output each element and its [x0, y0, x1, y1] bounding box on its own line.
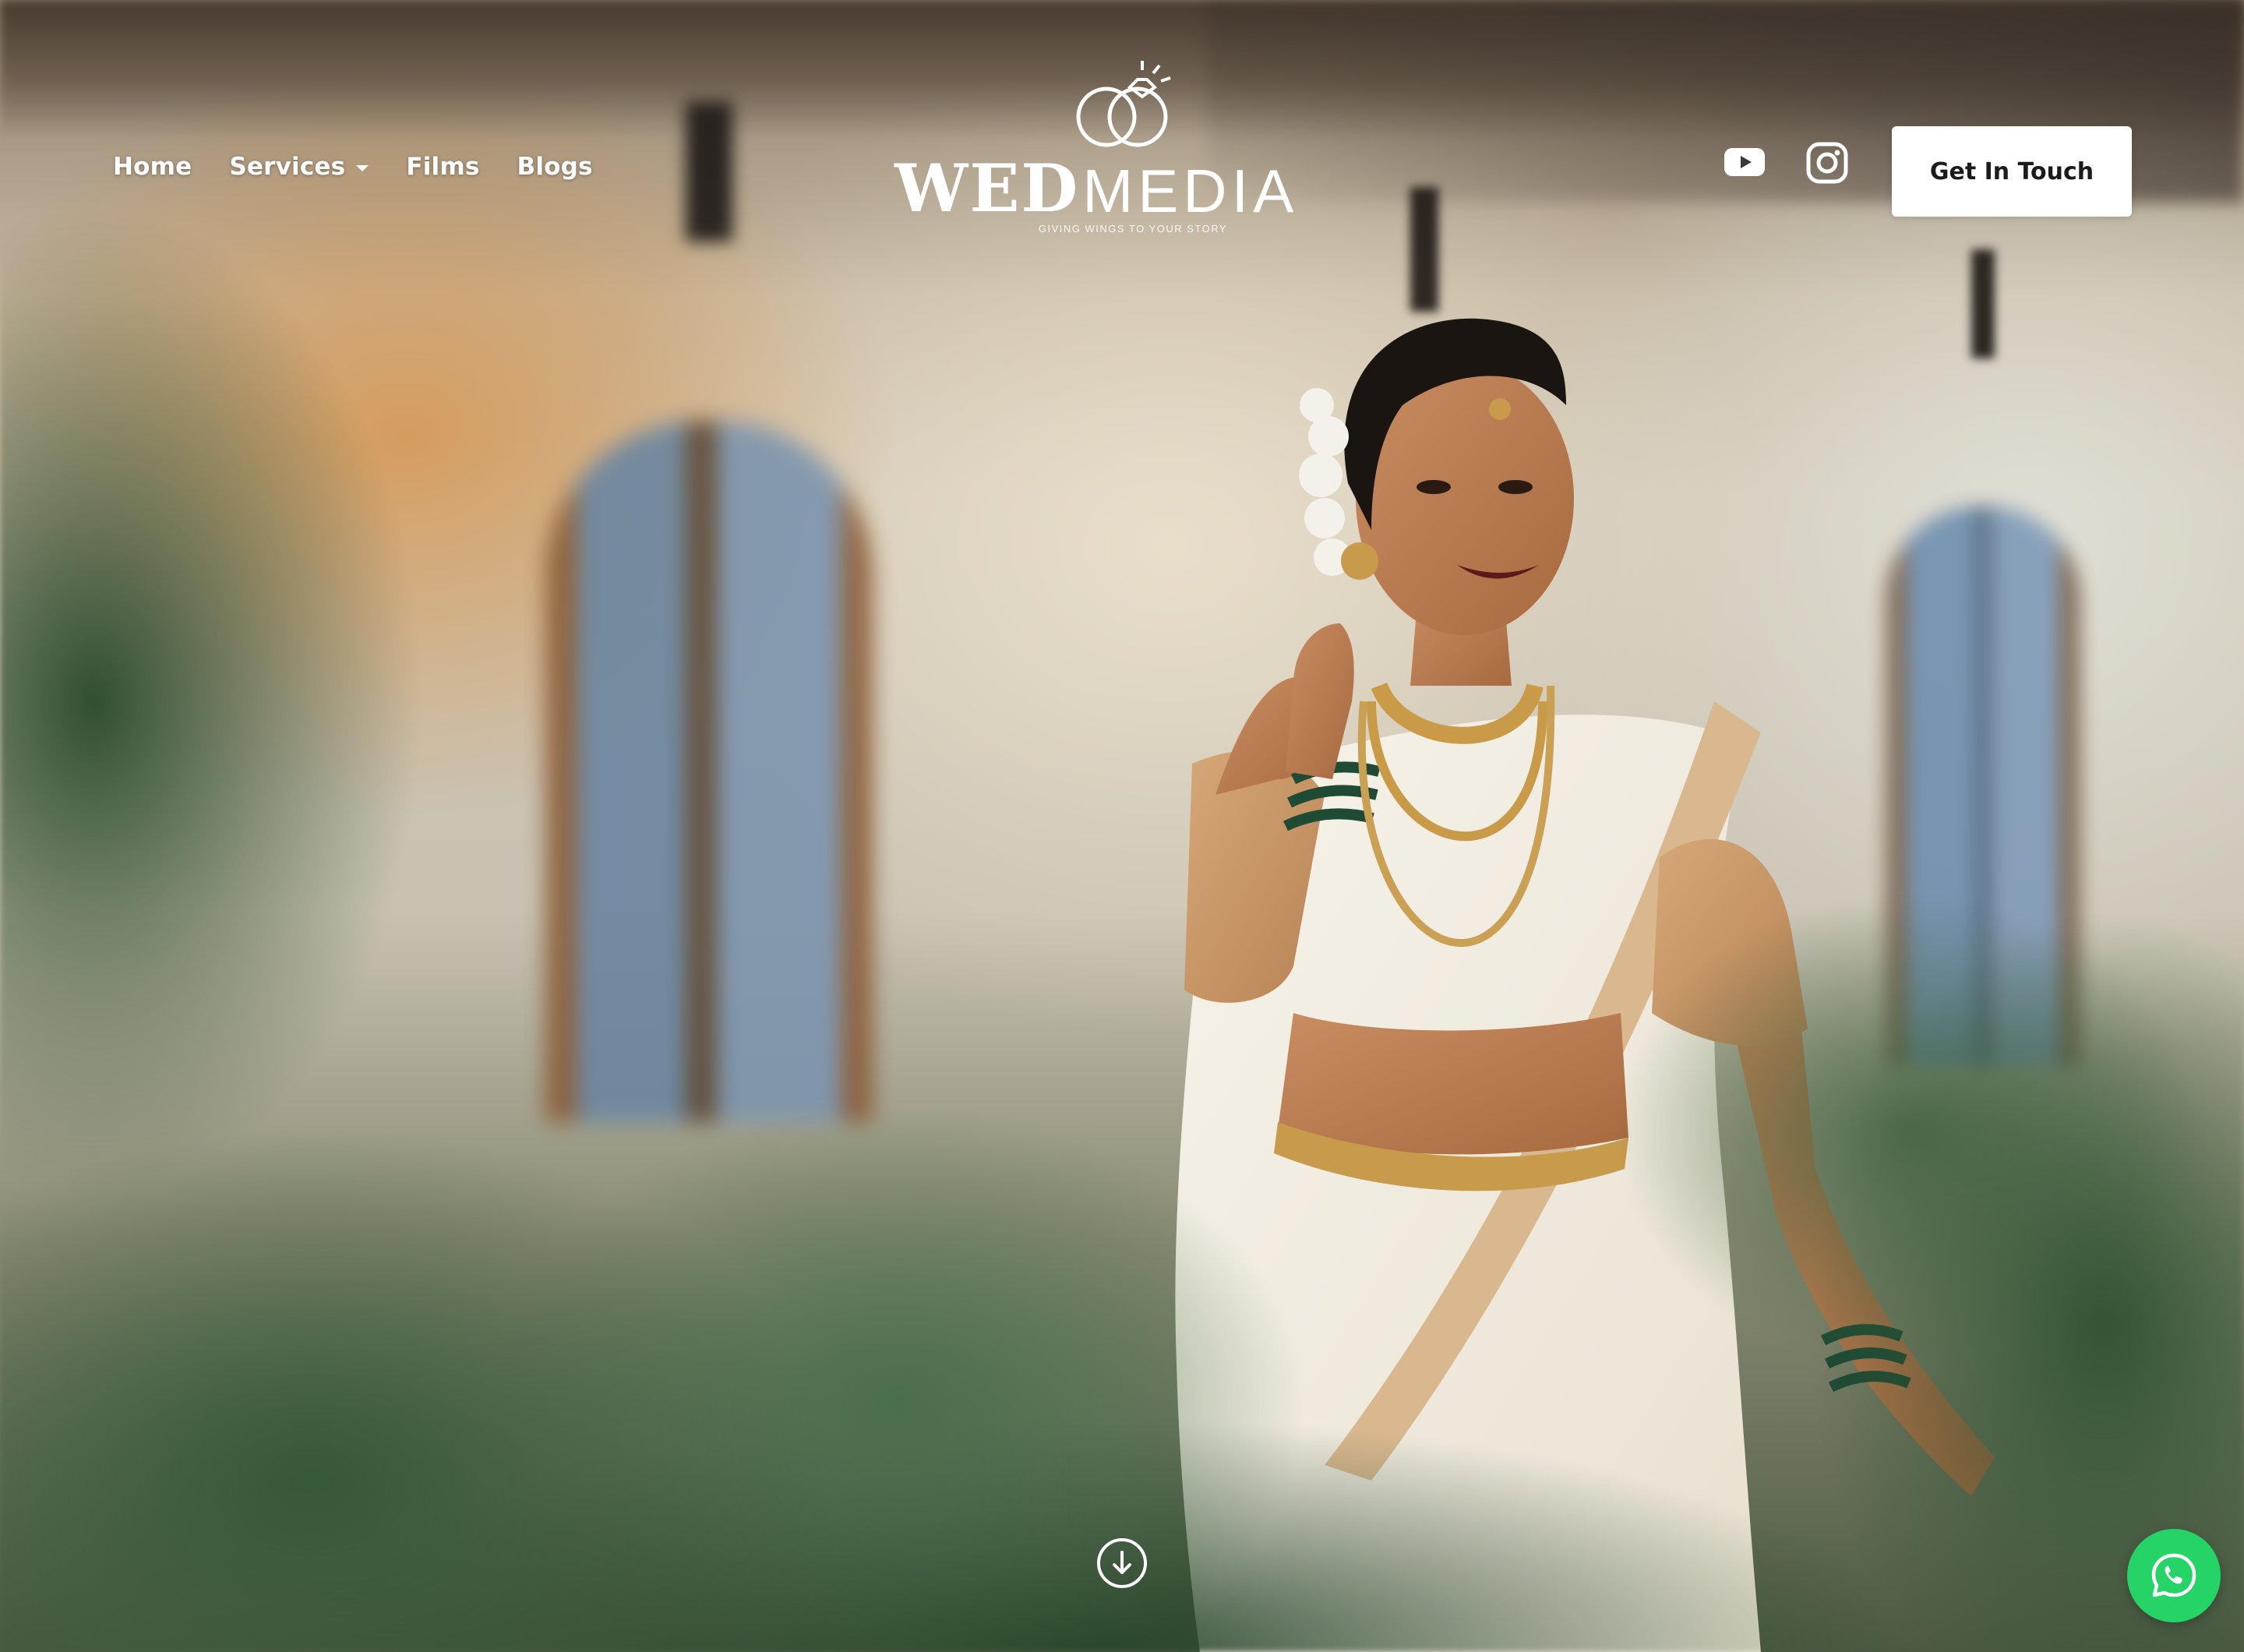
nav-blogs[interactable]: Blogs — [517, 153, 593, 181]
nav-films[interactable]: Films — [406, 153, 479, 181]
instagram-link[interactable] — [1806, 142, 1848, 184]
whatsapp-icon — [2151, 1553, 2196, 1597]
logo-wordmark: WED MEDIA — [894, 150, 1354, 227]
nav-home[interactable]: Home — [113, 153, 192, 181]
chevron-down-icon[interactable] — [356, 165, 369, 171]
site-logo[interactable]: WED MEDIA GIVING WINGS TO YOUR STORY — [894, 56, 1354, 243]
header-shade — [0, 0, 2244, 1652]
youtube-icon — [1724, 148, 1765, 176]
instagram-icon — [1806, 142, 1848, 184]
nav-services[interactable]: Services — [229, 153, 345, 181]
arrow-down-icon — [1113, 1551, 1131, 1574]
hero-background — [0, 0, 2244, 1652]
youtube-link[interactable] — [1724, 142, 1765, 182]
logo-word-thin: MEDIA — [1082, 157, 1299, 225]
scroll-down-button[interactable] — [1097, 1538, 1147, 1588]
whatsapp-chat-button[interactable] — [2127, 1529, 2221, 1622]
nav-services-dropdown[interactable]: Services — [229, 153, 369, 181]
logo-word-bold: WED — [894, 150, 1080, 227]
main-nav: Home Services Films Blogs — [113, 153, 593, 181]
logo-tagline: GIVING WINGS TO YOUR STORY — [1038, 223, 1228, 235]
get-in-touch-button[interactable]: Get In Touch — [1892, 126, 2132, 217]
wedding-rings-icon — [1076, 61, 1171, 147]
